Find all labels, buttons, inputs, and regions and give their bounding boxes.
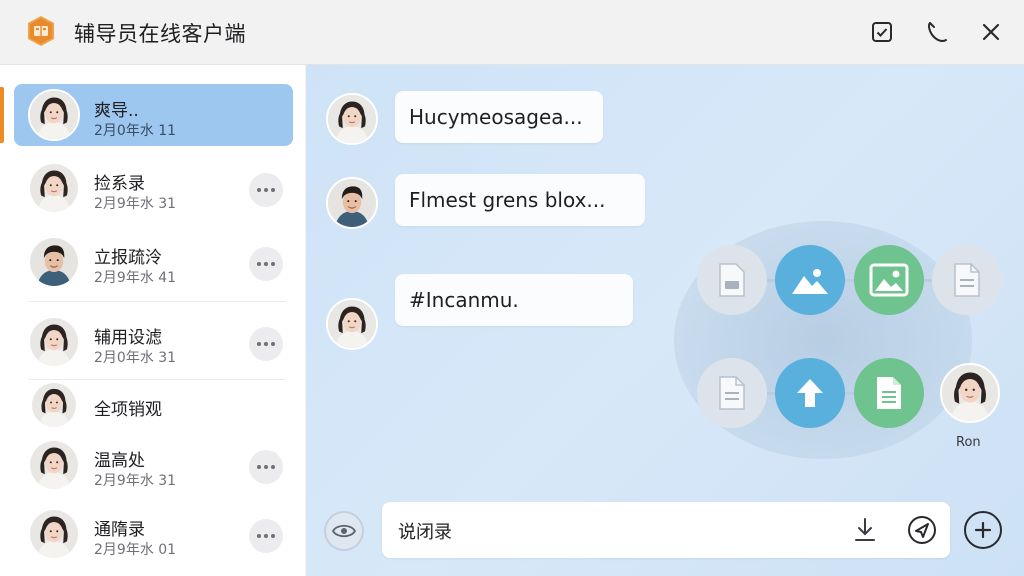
message-bubble: Hucymeosagea... [395,91,603,143]
contact-subtitle: 2月9年水 41 [94,270,177,286]
contact-subtitle: 2月0年水 11 [94,123,177,139]
avatar [326,177,378,229]
app-logo-icon [26,15,56,47]
contact-name: 爽导.. [94,101,139,121]
document-icon[interactable] [697,358,767,428]
document-icon[interactable] [932,245,1002,315]
active-indicator [0,87,4,143]
eye-icon[interactable] [324,511,364,551]
contact-subtitle: 2月9年水 01 [94,542,177,558]
more-options-button[interactable] [249,519,283,553]
download-icon[interactable] [849,514,881,546]
window-title: 辅导员在线客户端 [74,22,246,46]
more-options-button[interactable] [249,450,283,484]
contact-item[interactable]: 辅用设滤 2月0年水 31 [14,311,293,373]
avatar [28,89,80,141]
more-options-button[interactable] [249,173,283,207]
contact-item[interactable]: 温高处 2月9年水 31 [14,434,293,496]
message-input[interactable]: 说闭录 [382,502,950,558]
avatar [326,298,378,350]
avatar [28,508,80,560]
title-bar: 辅导员在线客户端 [0,0,1024,65]
more-options-button[interactable] [249,327,283,361]
contact-name: 辅用设滤 [94,328,162,348]
contact-list: 爽导.. 2月0年水 11 捡系录 2月9年水 31 立报疏泠 2月9年水 41… [0,65,305,576]
user-label: Ron [956,435,981,450]
contact-subtitle: 2月9年水 31 [94,196,177,212]
contact-item[interactable]: 通隋录 2月9年水 01 [14,503,293,565]
avatar [28,439,80,491]
message-bubble: Flmest grens blox... [395,174,645,226]
more-options-button[interactable] [249,247,283,281]
contact-item[interactable]: 捡系录 2月9年水 31 [14,157,293,219]
message-input-text[interactable]: 说闭录 [398,518,452,544]
contact-subtitle: 2月9年水 31 [94,473,177,489]
spreadsheet-icon[interactable] [854,358,924,428]
picture-icon[interactable] [854,245,924,315]
contact-name: 捡系录 [94,174,145,194]
avatar [28,162,80,214]
file-icon[interactable] [697,245,767,315]
add-button[interactable] [964,511,1002,549]
upload-icon[interactable] [775,358,845,428]
contact-name: 立报疏泠 [94,248,162,268]
divider [28,301,286,302]
contact-name: 全项销观 [94,400,162,420]
chat-panel: Hucymeosagea... Flmest grens blox... #In… [306,65,1024,576]
contact-subtitle: 2月0年水 31 [94,350,177,366]
image-icon[interactable] [775,245,845,315]
phone-icon[interactable] [923,18,951,46]
contact-name: 通隋录 [94,520,145,540]
contact-item[interactable]: 立报疏泠 2月9年水 41 [14,231,293,293]
avatar [30,381,78,429]
send-icon[interactable] [906,514,938,546]
avatar [28,316,80,368]
message-bubble: #Incanmu. [395,274,633,326]
contact-name: 温高处 [94,451,145,471]
avatar [28,236,80,288]
contact-item[interactable]: 全项销观 [14,376,293,434]
avatar[interactable] [940,363,1000,423]
close-icon[interactable] [977,18,1005,46]
checkbox-icon[interactable] [868,18,896,46]
contact-item[interactable]: 爽导.. 2月0年水 11 [14,84,293,146]
avatar [326,93,378,145]
